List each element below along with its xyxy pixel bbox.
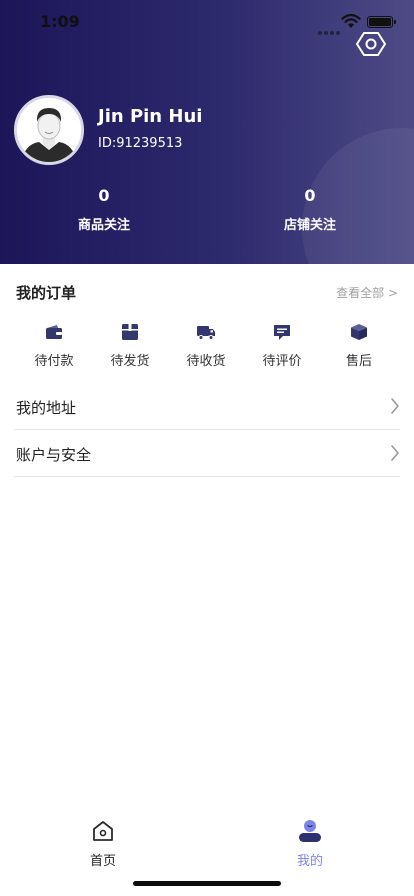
chevron-right-icon <box>391 445 399 461</box>
profile-header: 1:09 Jin Pin Hui ID:91239513 0 商品关注 0 店铺… <box>0 0 414 264</box>
order-pending-shipment[interactable]: 待发货 <box>92 322 168 369</box>
order-after-sales[interactable]: 售后 <box>321 322 397 369</box>
order-pending-payment-label: 待付款 <box>34 354 74 369</box>
package-box-icon <box>122 324 138 340</box>
home-indicator <box>133 881 281 886</box>
chevron-right-icon <box>391 398 399 414</box>
user-name: Jin Pin Hui <box>98 106 203 127</box>
product-follows-stat[interactable]: 0 商品关注 <box>44 186 164 233</box>
tab-home-label: 首页 <box>89 854 116 869</box>
delivery-truck-icon <box>197 326 215 340</box>
home-icon <box>93 821 113 841</box>
product-follows-count: 0 <box>98 186 110 205</box>
my-address-label: 我的地址 <box>16 399 77 417</box>
product-follows-label: 商品关注 <box>77 218 130 233</box>
my-address-row[interactable]: 我的地址 <box>14 383 400 430</box>
battery-icon <box>367 16 396 28</box>
status-time: 1:09 <box>40 12 80 31</box>
user-id: ID:91239513 <box>98 136 183 151</box>
order-status-grid: 待付款 待发货 待收货 待评价 售后 <box>0 322 414 370</box>
wifi-icon <box>341 13 361 28</box>
status-bar: 1:09 <box>0 0 414 44</box>
cellular-signal-icon <box>318 20 342 39</box>
order-pending-shipment-label: 待发货 <box>110 354 150 369</box>
account-security-label: 账户与安全 <box>16 446 92 464</box>
tab-home[interactable]: 首页 <box>58 818 148 869</box>
avatar-person-icon <box>17 98 81 162</box>
profile-icon <box>299 820 321 842</box>
after-sales-box-icon <box>351 324 367 340</box>
order-pending-receipt[interactable]: 待收货 <box>168 322 244 369</box>
order-pending-payment[interactable]: 待付款 <box>16 322 92 369</box>
wallet-icon <box>46 325 62 339</box>
store-follows-count: 0 <box>304 186 316 205</box>
account-security-row[interactable]: 账户与安全 <box>14 430 400 477</box>
settings-gear-icon[interactable] <box>356 29 386 59</box>
order-pending-review-label: 待评价 <box>262 354 302 369</box>
store-follows-label: 店铺关注 <box>283 218 336 233</box>
order-pending-receipt-label: 待收货 <box>186 354 226 369</box>
view-all-orders-link[interactable]: 查看全部 > <box>336 284 398 301</box>
order-after-sales-label: 售后 <box>345 354 372 369</box>
order-pending-review[interactable]: 待评价 <box>244 322 320 369</box>
avatar[interactable] <box>14 95 84 165</box>
store-follows-stat[interactable]: 0 店铺关注 <box>250 186 370 233</box>
my-orders-title: 我的订单 <box>16 284 77 302</box>
tab-profile[interactable]: 我的 <box>265 818 355 869</box>
review-message-icon <box>274 325 290 340</box>
tab-profile-label: 我的 <box>296 854 323 869</box>
